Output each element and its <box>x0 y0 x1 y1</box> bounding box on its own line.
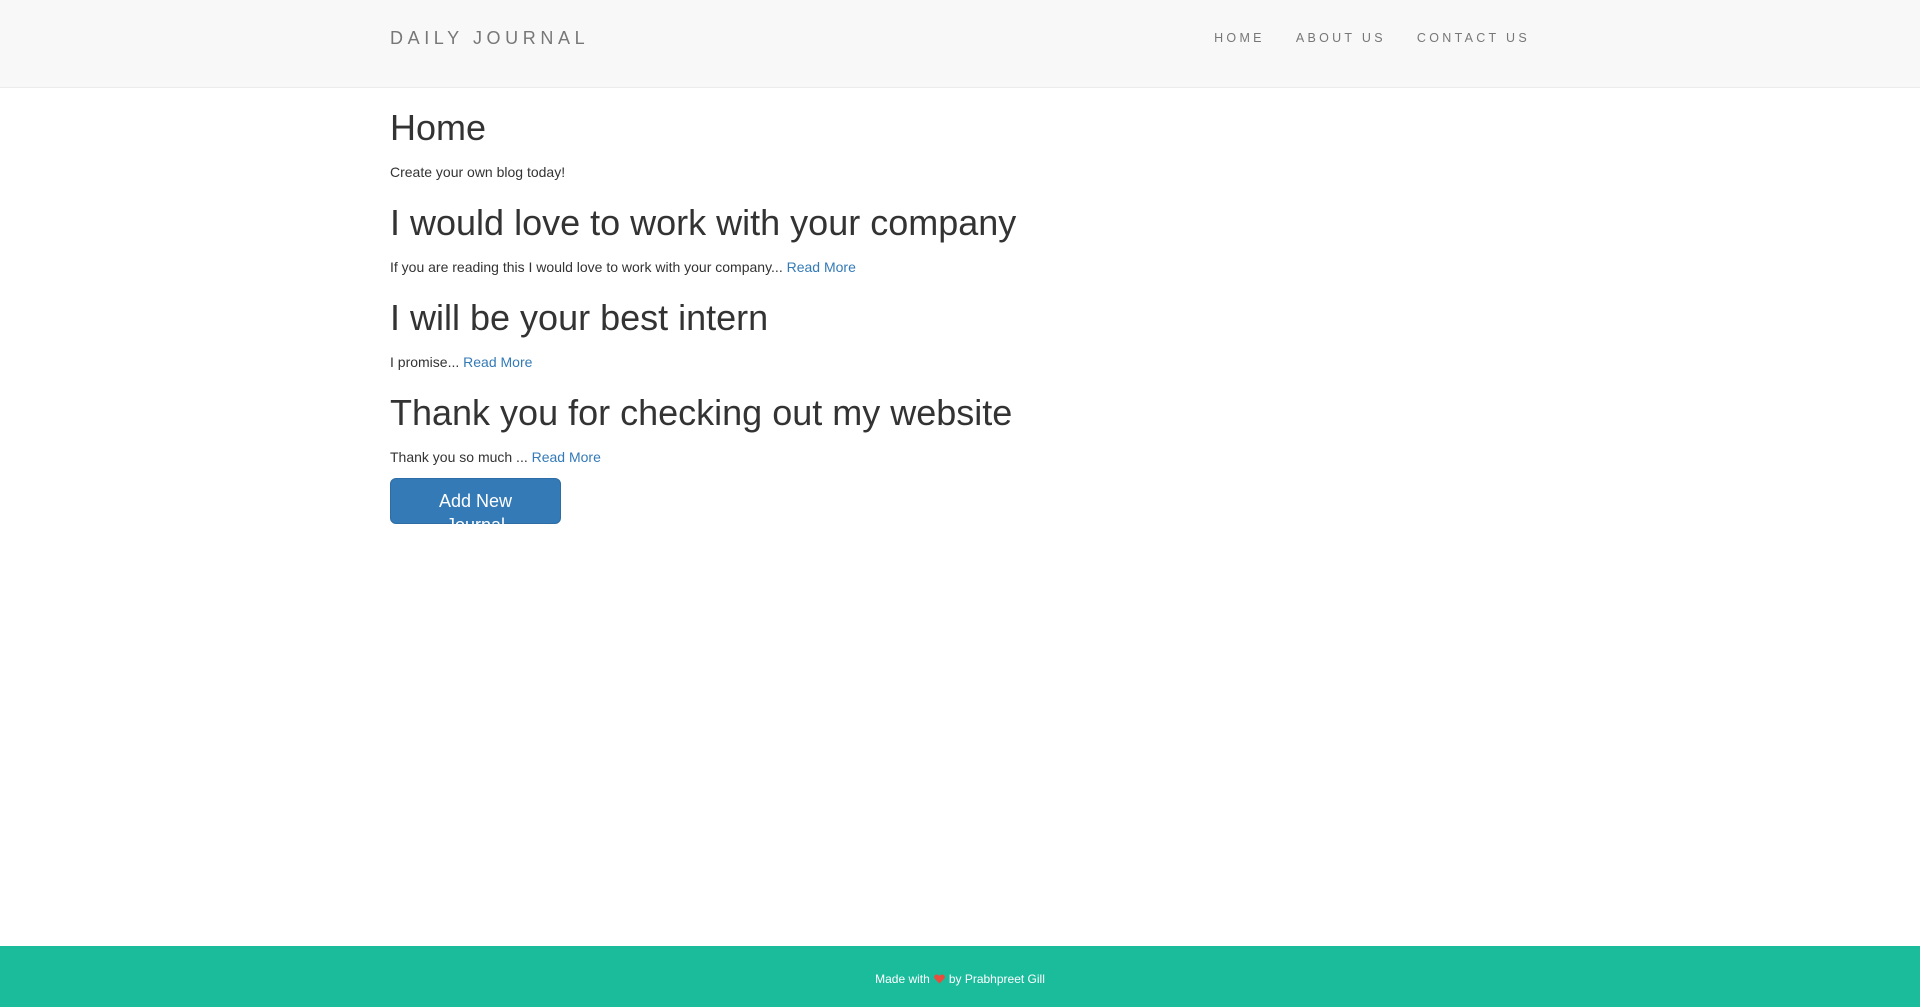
footer-suffix: by Prabhpreet Gill <box>948 972 1045 986</box>
post-excerpt: If you are reading this I would love to … <box>390 257 1530 277</box>
post-title: I will be your best intern <box>390 297 769 338</box>
read-more-link[interactable]: Read More <box>532 449 601 465</box>
post-item: I will be your best intern I promise... … <box>390 296 1530 372</box>
nav-links: HOME ABOUT US CONTACT US <box>1214 31 1530 45</box>
post-excerpt: I promise... Read More <box>390 352 1530 372</box>
nav-about-link[interactable]: ABOUT US <box>1296 31 1386 45</box>
heart-icon <box>933 973 945 984</box>
add-new-journal-button[interactable]: Add New Journal <box>390 478 561 535</box>
footer-prefix: Made with <box>875 972 930 986</box>
post-title: Thank you for checking out my website <box>390 392 1013 433</box>
post-excerpt-text: Thank you so much ... <box>390 449 528 465</box>
brand-logo[interactable]: DAILY JOURNAL <box>390 27 589 49</box>
post-excerpt-text: I promise... <box>390 354 460 370</box>
page-title: Home <box>390 107 487 148</box>
read-more-link[interactable]: Read More <box>463 354 532 370</box>
footer: Made with by Prabhpreet Gill <box>0 946 1920 1007</box>
post-excerpt: Thank you so much ... Read More <box>390 447 1530 467</box>
post-title: I would love to work with your company <box>390 202 1017 243</box>
main-content: Home Create your own blog today! I would… <box>390 106 1530 536</box>
nav-home-link[interactable]: HOME <box>1214 31 1265 45</box>
post-item: I would love to work with your company I… <box>390 201 1530 277</box>
post-item: Thank you for checking out my website Th… <box>390 391 1530 467</box>
read-more-link[interactable]: Read More <box>787 259 856 275</box>
intro-text: Create your own blog today! <box>390 164 566 180</box>
post-excerpt-text: If you are reading this I would love to … <box>390 259 783 275</box>
navbar: DAILY JOURNAL HOME ABOUT US CONTACT US <box>0 0 1920 88</box>
nav-contact-link[interactable]: CONTACT US <box>1417 31 1530 45</box>
